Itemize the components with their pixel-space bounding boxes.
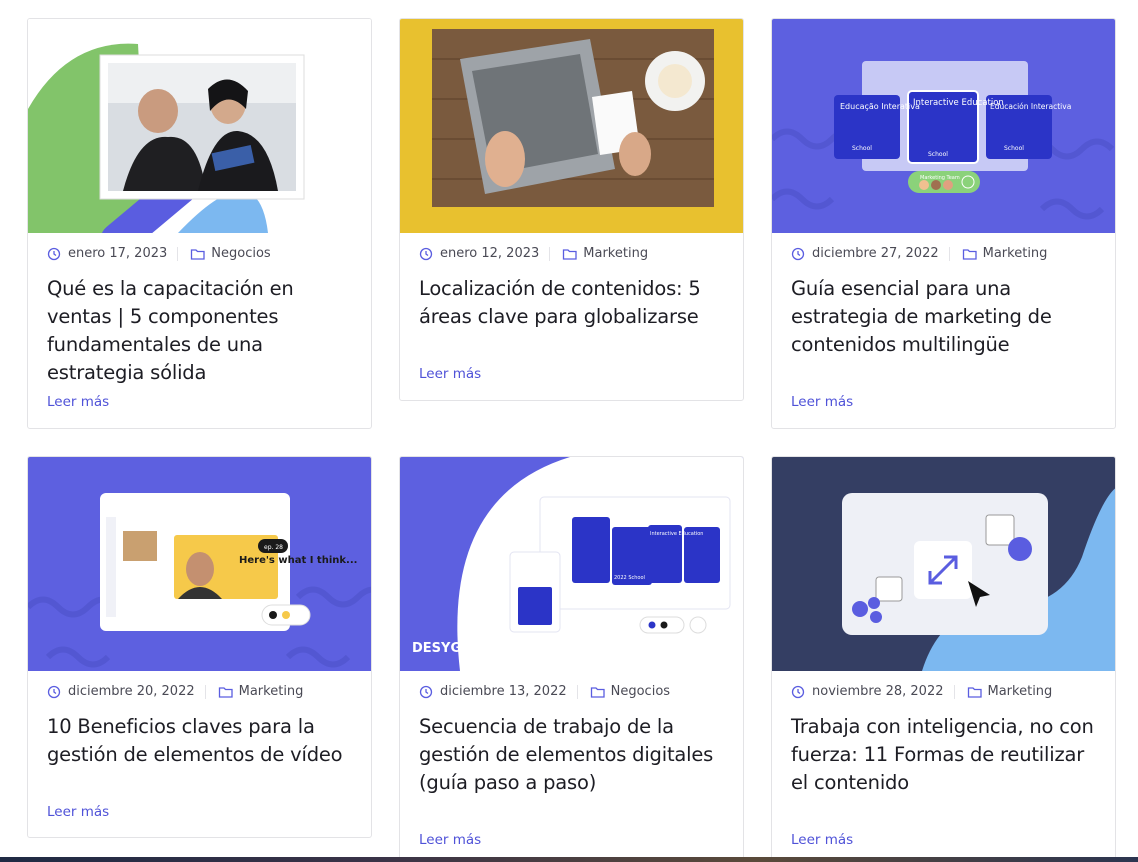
post-date: diciembre 13, 2022 (440, 684, 567, 699)
read-more-link[interactable]: Leer más (791, 832, 853, 848)
clock-icon (419, 685, 433, 699)
thumb-text: School (852, 145, 872, 152)
thumb-text: Interactive Education (650, 531, 703, 537)
post-date: diciembre 20, 2022 (68, 684, 195, 699)
post-category[interactable]: Negocios (611, 684, 670, 699)
clock-icon (791, 685, 805, 699)
folder-icon (218, 685, 233, 699)
post-category[interactable]: Marketing (239, 684, 304, 699)
post-date: diciembre 27, 2022 (812, 246, 939, 261)
post-category[interactable]: Negocios (211, 246, 270, 261)
clock-icon (791, 247, 805, 261)
post-meta: diciembre 27, 2022 Marketing (791, 246, 1047, 261)
post-category[interactable]: Marketing (583, 246, 648, 261)
post-meta: noviembre 28, 2022 Marketing (791, 684, 1052, 699)
read-more-link[interactable]: Leer más (419, 832, 481, 848)
read-more-link[interactable]: Leer más (791, 394, 853, 410)
post-meta: enero 17, 2023 Negocios (47, 246, 271, 261)
thumb-text: School (928, 151, 948, 158)
folder-icon (590, 685, 605, 699)
folder-icon (967, 685, 982, 699)
clock-icon (47, 685, 61, 699)
post-title[interactable]: Qué es la capacitación en ventas | 5 com… (47, 275, 357, 387)
folder-icon (562, 247, 577, 261)
post-meta: diciembre 13, 2022 Negocios (419, 684, 670, 699)
folder-icon (190, 247, 205, 261)
post-card[interactable]: enero 12, 2023 Marketing Localización de… (399, 18, 744, 401)
thumb-text: Educación Interactiva (990, 102, 1071, 111)
thumb-text: 2022 School (614, 575, 645, 581)
post-thumbnail[interactable] (400, 19, 743, 233)
thumb-text: Here's what I think... (239, 555, 357, 566)
post-card[interactable]: noviembre 28, 2022 Marketing Trabaja con… (771, 456, 1116, 862)
post-title[interactable]: Secuencia de trabajo de la gestión de el… (419, 713, 729, 797)
clock-icon (419, 247, 433, 261)
post-date: enero 12, 2023 (440, 246, 540, 261)
taskbar-strip (0, 857, 1138, 862)
post-thumbnail[interactable]: Here's what I think... ep. 28 (28, 457, 371, 671)
read-more-link[interactable]: Leer más (47, 804, 109, 820)
post-title[interactable]: Guía esencial para una estrategia de mar… (791, 275, 1101, 359)
post-card[interactable]: Educação Interativa Interactive Educatio… (771, 18, 1116, 429)
read-more-link[interactable]: Leer más (47, 394, 109, 410)
post-thumbnail[interactable]: Educação Interativa Interactive Educatio… (772, 19, 1115, 233)
read-more-link[interactable]: Leer más (419, 366, 481, 382)
post-category[interactable]: Marketing (983, 246, 1048, 261)
post-card[interactable]: enero 17, 2023 Negocios Qué es la capaci… (27, 18, 372, 429)
post-meta: diciembre 20, 2022 Marketing (47, 684, 303, 699)
thumb-text: Educação Interativa (840, 102, 920, 111)
post-title[interactable]: Localización de contenidos: 5 áreas clav… (419, 275, 729, 331)
post-title[interactable]: Trabaja con inteligencia, no con fuerza:… (791, 713, 1101, 797)
brand-logo-text: DESYGNER (412, 641, 491, 656)
post-thumbnail[interactable]: Interactive Education 2022 School DESYGN… (400, 457, 743, 671)
thumb-text: Marketing Team (920, 175, 960, 181)
post-thumbnail[interactable] (772, 457, 1115, 671)
post-thumbnail[interactable] (28, 19, 371, 233)
thumb-text: School (1004, 145, 1024, 152)
post-card[interactable]: Interactive Education 2022 School DESYGN… (399, 456, 744, 862)
clock-icon (47, 247, 61, 261)
folder-icon (962, 247, 977, 261)
post-card[interactable]: Here's what I think... ep. 28 diciembre … (27, 456, 372, 838)
post-meta: enero 12, 2023 Marketing (419, 246, 648, 261)
post-date: noviembre 28, 2022 (812, 684, 944, 699)
post-title[interactable]: 10 Beneficios claves para la gestión de … (47, 713, 357, 769)
post-category[interactable]: Marketing (988, 684, 1053, 699)
thumb-text: ep. 28 (264, 544, 283, 551)
post-date: enero 17, 2023 (68, 246, 168, 261)
